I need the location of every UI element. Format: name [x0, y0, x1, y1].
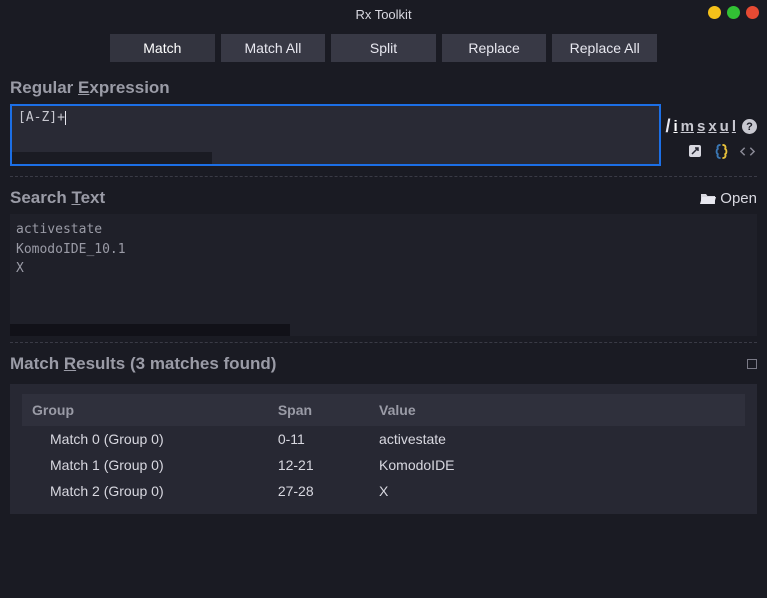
- tab-replace-all[interactable]: Replace All: [552, 34, 657, 62]
- code-icon[interactable]: [739, 143, 755, 159]
- regex-label-underline: E: [78, 78, 89, 97]
- results-table: Group Span Value Match 0 (Group 0) 0-11 …: [22, 394, 745, 504]
- results-label-underline: R: [64, 354, 76, 373]
- regex-pattern-text: [A-Z]+: [18, 110, 65, 125]
- regex-side-controls: / i m s x u l ?: [665, 104, 757, 159]
- slash-icon: /: [665, 116, 670, 137]
- regex-scrollbar[interactable]: [12, 152, 212, 164]
- language-icon[interactable]: [713, 143, 729, 159]
- window-controls: [708, 6, 759, 19]
- cell-value: activestate: [369, 426, 745, 452]
- col-span[interactable]: Span: [268, 394, 369, 426]
- open-label: Open: [720, 190, 757, 207]
- maximize-icon[interactable]: [727, 6, 740, 19]
- section-divider-2: [10, 342, 757, 344]
- flag-m[interactable]: m: [681, 118, 694, 135]
- help-icon[interactable]: ?: [742, 119, 757, 134]
- cell-value: KomodoIDE: [369, 452, 745, 478]
- cell-span: 0-11: [268, 426, 369, 452]
- table-row[interactable]: Match 1 (Group 0) 12-21 KomodoIDE: [22, 452, 745, 478]
- search-label-post: ext: [81, 188, 106, 207]
- cell-group: Match 1 (Group 0): [22, 452, 268, 478]
- tab-match[interactable]: Match: [110, 34, 215, 62]
- window-title: Rx Toolkit: [355, 7, 411, 22]
- tab-split[interactable]: Split: [331, 34, 436, 62]
- flag-l[interactable]: l: [732, 118, 736, 135]
- cell-group: Match 2 (Group 0): [22, 478, 268, 504]
- close-icon[interactable]: [746, 6, 759, 19]
- search-text-content: activestate KomodoIDE_10.1 X: [16, 222, 126, 276]
- cell-group: Match 0 (Group 0): [22, 426, 268, 452]
- stop-icon[interactable]: [747, 359, 757, 369]
- cell-span: 12-21: [268, 452, 369, 478]
- flag-s[interactable]: s: [697, 118, 705, 135]
- popout-icon[interactable]: [687, 143, 703, 159]
- regex-input[interactable]: [A-Z]+: [10, 104, 661, 166]
- tab-replace[interactable]: Replace: [442, 34, 547, 62]
- results-header-row: Group Span Value: [22, 394, 745, 426]
- flag-x[interactable]: x: [708, 118, 716, 135]
- col-value[interactable]: Value: [369, 394, 745, 426]
- results-label-post: esults (3 matches found): [76, 354, 276, 373]
- search-text-title: Search Text Open: [0, 182, 767, 214]
- regex-mini-icons: [687, 143, 757, 159]
- results-label-pre: Match: [10, 354, 64, 373]
- open-file-button[interactable]: Open: [700, 190, 757, 207]
- text-cursor: [65, 111, 66, 125]
- table-row[interactable]: Match 2 (Group 0) 27-28 X: [22, 478, 745, 504]
- cell-span: 27-28: [268, 478, 369, 504]
- regex-label-post: xpression: [89, 78, 169, 97]
- regex-section-title: Regular Expression: [0, 72, 767, 104]
- search-label-underline: T: [71, 188, 80, 207]
- regex-label-pre: Regular: [10, 78, 78, 97]
- minimize-icon[interactable]: [708, 6, 721, 19]
- table-row[interactable]: Match 0 (Group 0) 0-11 activestate: [22, 426, 745, 452]
- cell-value: X: [369, 478, 745, 504]
- folder-open-icon: [700, 191, 716, 205]
- flag-i[interactable]: i: [673, 118, 677, 135]
- titlebar: Rx Toolkit: [0, 0, 767, 28]
- flag-u[interactable]: u: [720, 118, 729, 135]
- search-text-input[interactable]: activestate KomodoIDE_10.1 X: [10, 214, 757, 336]
- results-panel: Group Span Value Match 0 (Group 0) 0-11 …: [10, 384, 757, 514]
- tab-match-all[interactable]: Match All: [221, 34, 326, 62]
- regex-area: [A-Z]+ / i m s x u l ?: [0, 104, 767, 172]
- search-text-scrollbar[interactable]: [10, 324, 290, 336]
- mode-tabs: Match Match All Split Replace Replace Al…: [0, 28, 767, 72]
- regex-flags: / i m s x u l ?: [665, 116, 757, 137]
- section-divider-1: [10, 176, 757, 178]
- col-group[interactable]: Group: [22, 394, 268, 426]
- results-title: Match Results (3 matches found): [0, 348, 767, 380]
- search-label-pre: Search: [10, 188, 71, 207]
